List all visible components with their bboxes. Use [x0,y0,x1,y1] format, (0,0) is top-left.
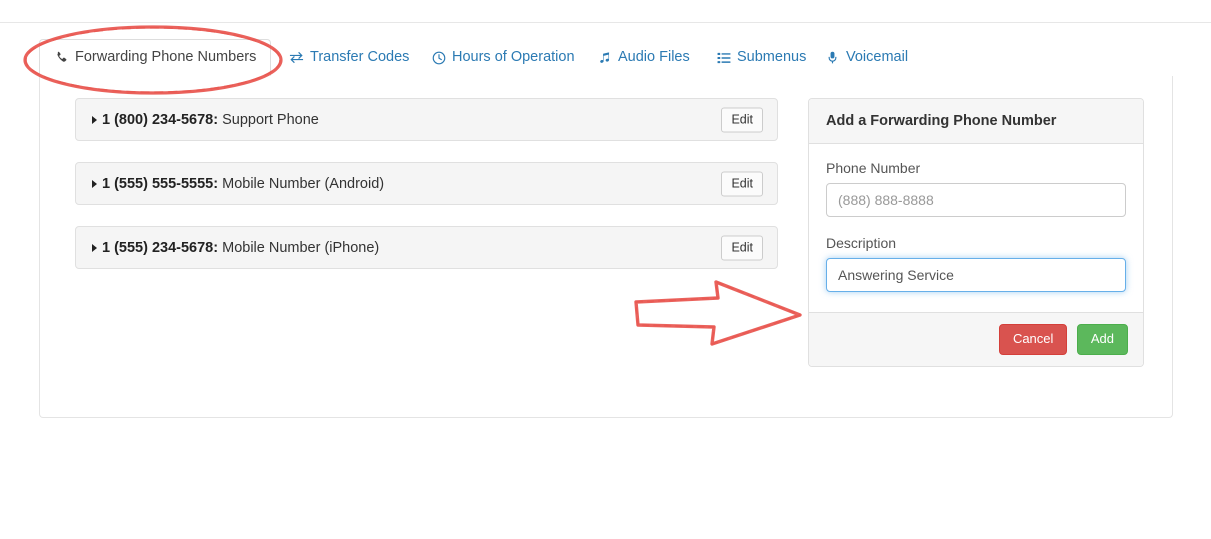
tab-label: Voicemail [846,49,909,66]
music-note-icon [597,50,612,65]
phone-icon [54,50,69,65]
list-item-phone: 1 (800) 234-5678: [102,111,219,128]
panel-footer: Cancel Add [809,312,1143,366]
list-item-phone: 1 (555) 234-5678: [102,239,219,256]
expand-caret-icon[interactable] [92,115,97,124]
edit-button[interactable]: Edit [721,235,763,260]
list-item[interactable]: 1 (555) 234-5678: Mobile Number (iPhone)… [75,226,778,269]
description-label: Description [826,235,897,251]
panel-header: Add a Forwarding Phone Number [809,99,1143,144]
tab-label: Submenus [737,49,807,66]
tab-hours-of-operation[interactable]: Hours of Operation [417,39,589,76]
list-item-description: Mobile Number (Android) [222,175,385,192]
exchange-icon [289,50,304,65]
list-item-text: 1 (555) 555-5555: Mobile Number (Android… [102,176,384,192]
edit-button[interactable]: Edit [721,107,763,132]
tab-voicemail[interactable]: Voicemail [811,39,922,76]
forwarding-numbers-list: 1 (800) 234-5678: Support Phone Edit 1 (… [75,98,778,290]
tab-forwarding-phone-numbers[interactable]: Forwarding Phone Numbers [39,39,272,76]
microphone-icon [825,50,840,65]
tab-label: Audio Files [618,49,690,66]
list-item-description: Support Phone [222,111,319,128]
panel-body: Phone Number Description [809,144,1143,312]
list-item-text: 1 (800) 234-5678: Support Phone [102,112,319,128]
tab-transfer-codes[interactable]: Transfer Codes [275,39,423,76]
panel-title: Add a Forwarding Phone Number [826,113,1057,129]
tab-label: Hours of Operation [452,49,575,66]
tab-audio-files[interactable]: Audio Files [583,39,704,76]
tab-bar: Forwarding Phone Numbers Transfer Codes … [39,39,1173,77]
tab-panel-forwarding-phone-numbers: 1 (800) 234-5678: Support Phone Edit 1 (… [39,76,1173,418]
list-icon [716,50,731,65]
edit-button[interactable]: Edit [721,171,763,196]
expand-caret-icon[interactable] [92,179,97,188]
list-item[interactable]: 1 (800) 234-5678: Support Phone Edit [75,98,778,141]
description-input[interactable] [826,258,1126,292]
expand-caret-icon[interactable] [92,243,97,252]
add-button[interactable]: Add [1076,324,1128,355]
cancel-button[interactable]: Cancel [998,324,1068,355]
list-item-phone: 1 (555) 555-5555: [102,175,219,192]
phone-number-input[interactable] [826,183,1126,217]
list-item-text: 1 (555) 234-5678: Mobile Number (iPhone) [102,240,379,256]
clock-icon [431,50,446,65]
top-divider [0,22,1211,23]
list-item[interactable]: 1 (555) 555-5555: Mobile Number (Android… [75,162,778,205]
tab-submenus[interactable]: Submenus [702,39,820,76]
phone-number-label: Phone Number [826,160,921,176]
list-item-description: Mobile Number (iPhone) [222,239,380,256]
tab-label: Transfer Codes [310,49,410,66]
tab-label: Forwarding Phone Numbers [75,49,257,66]
add-forwarding-number-panel: Add a Forwarding Phone Number Phone Numb… [808,98,1144,367]
